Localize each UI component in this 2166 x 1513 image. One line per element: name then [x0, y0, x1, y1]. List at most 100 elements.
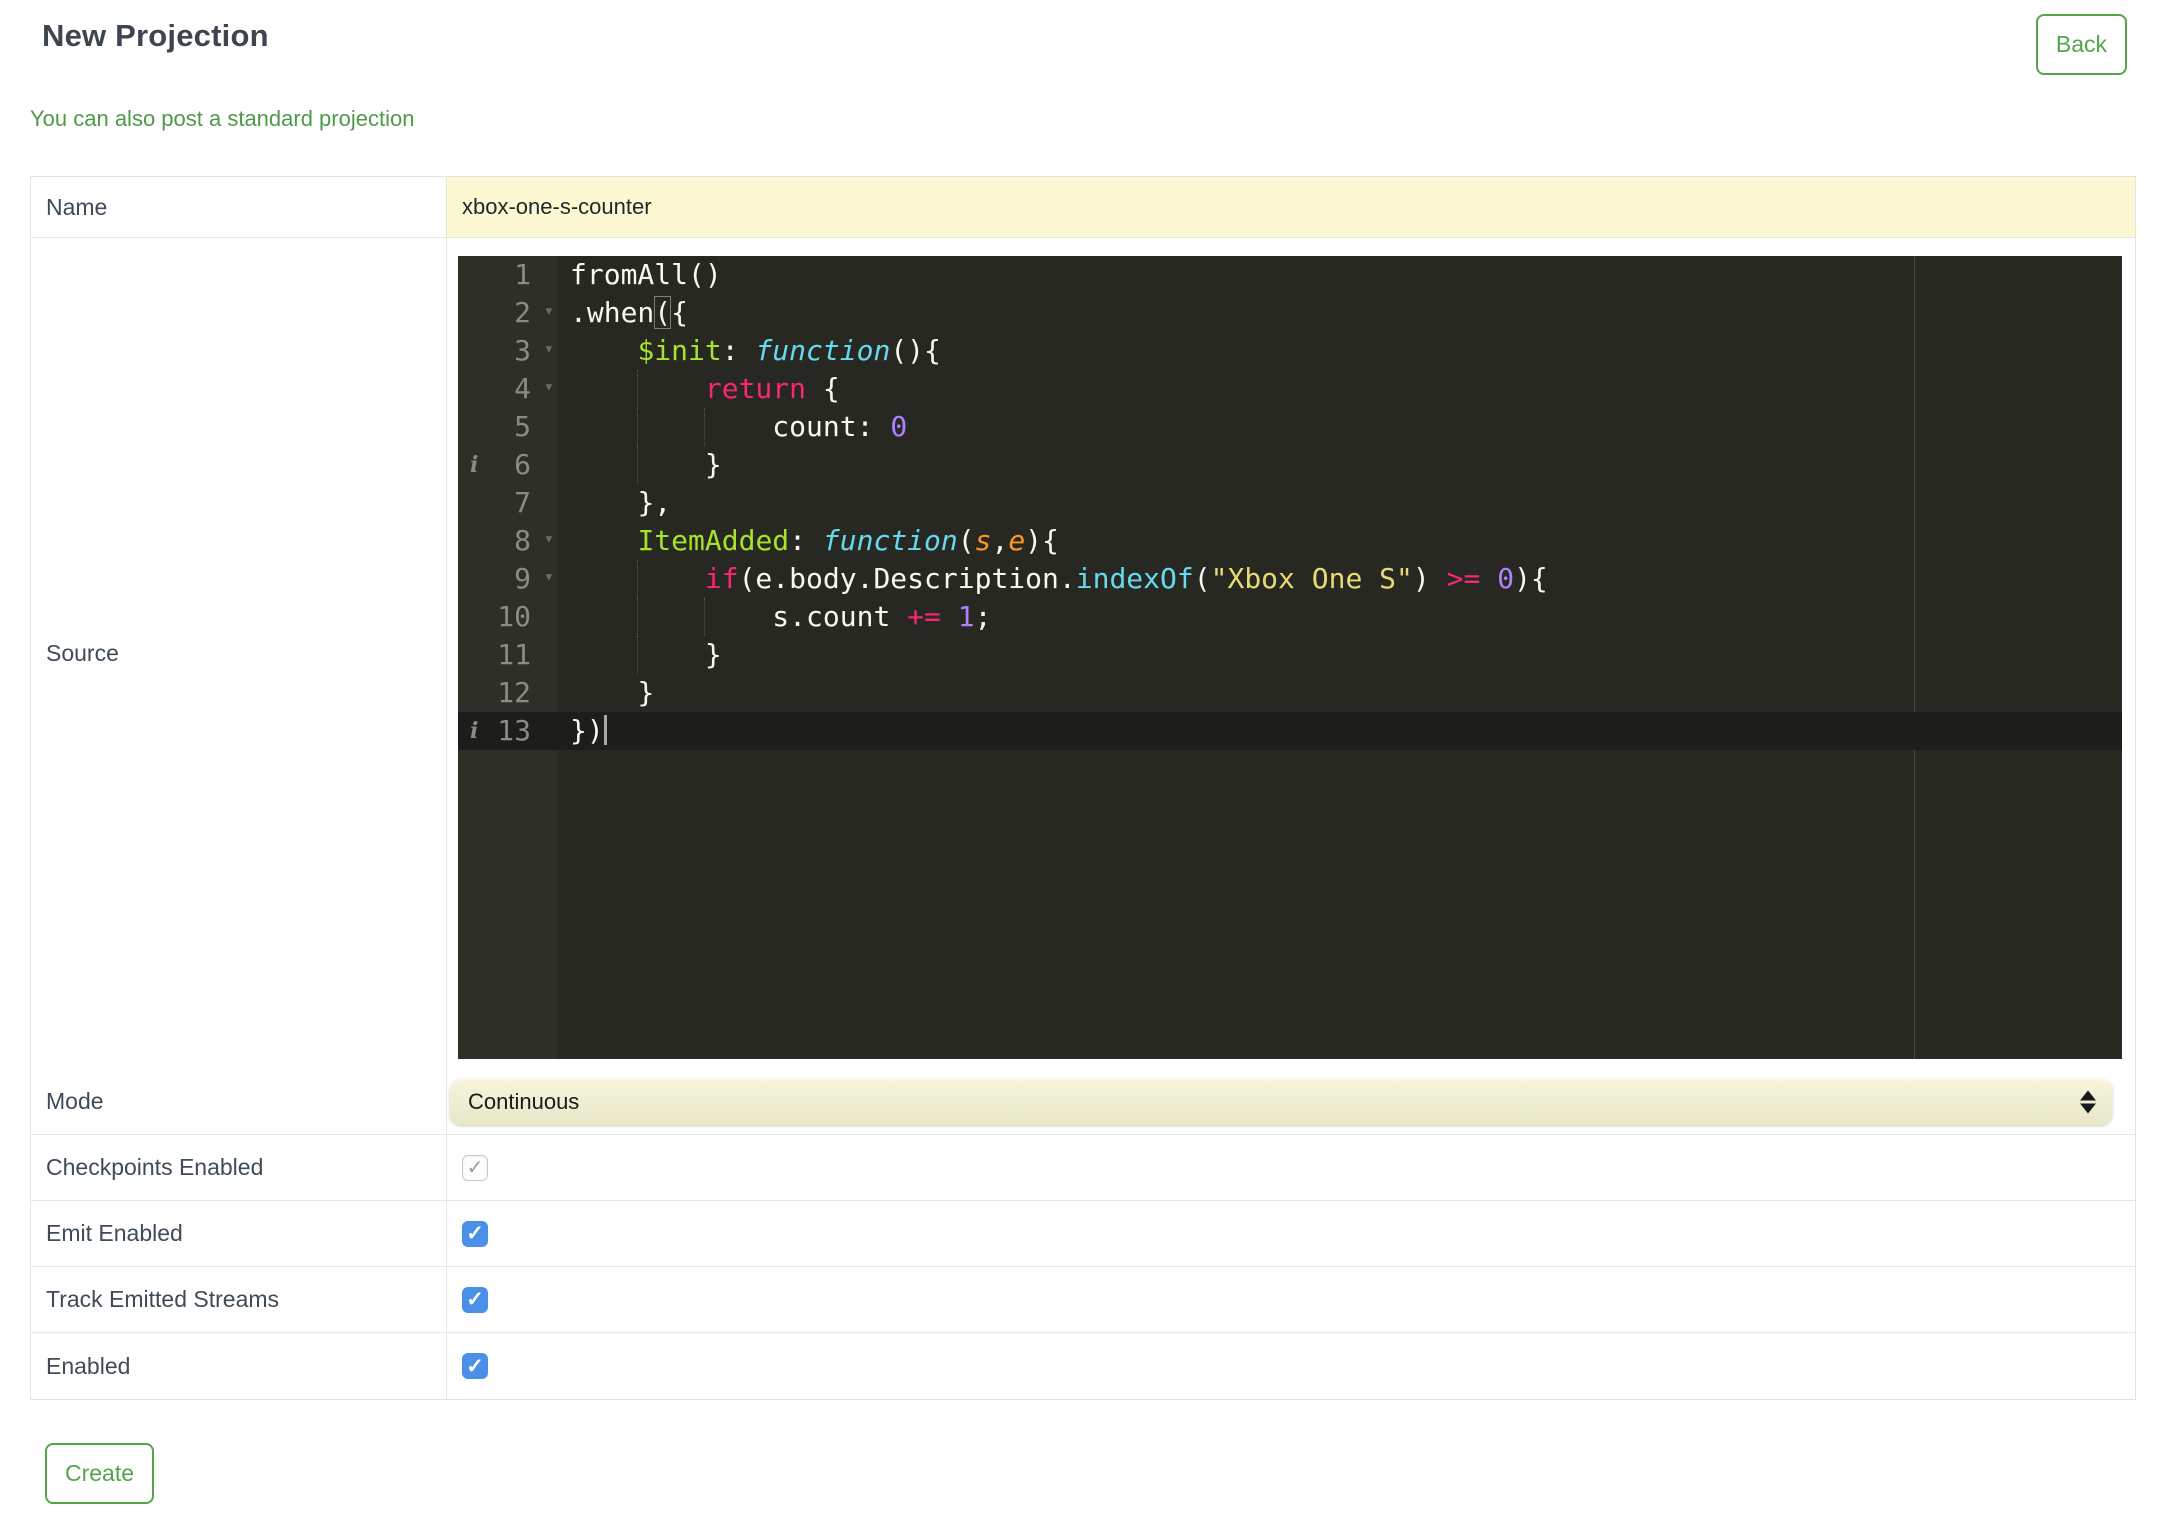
- code-token: (){: [890, 334, 941, 367]
- track-emitted-streams-checkbox[interactable]: [462, 1286, 488, 1313]
- indent-guide: [704, 408, 706, 446]
- back-button[interactable]: Back: [2035, 14, 2127, 75]
- code-line: }): [558, 712, 2122, 750]
- fold-arrow-icon[interactable]: ▾: [544, 520, 554, 558]
- standard-projection-link[interactable]: You can also post a standard projection: [30, 106, 2136, 132]
- fold-arrow-icon[interactable]: ▾: [544, 368, 554, 406]
- code-token: "Xbox One S": [1210, 562, 1413, 595]
- code-token: s.count: [772, 600, 908, 633]
- line-number: 8: [514, 524, 531, 557]
- code-token: {: [671, 296, 689, 329]
- track-emitted-streams-label: Track Emitted Streams: [31, 1267, 447, 1332]
- code-token: :: [789, 524, 807, 557]
- line-number: 12: [497, 676, 531, 709]
- gutter-line: 11: [458, 636, 558, 674]
- code-token: indexOf: [1075, 562, 1194, 595]
- select-stepper-icon: [2080, 1090, 2096, 1113]
- emit-enabled-checkbox[interactable]: [462, 1220, 488, 1247]
- indent-guide: [637, 636, 639, 674]
- line-number: 9: [514, 562, 531, 595]
- code-token: +=: [907, 600, 941, 633]
- arrow-down-icon: [2080, 1103, 2096, 1113]
- name-input[interactable]: [447, 177, 2135, 237]
- code-line: }: [558, 636, 2122, 674]
- page-title: New Projection: [42, 18, 269, 53]
- code-token: }: [704, 448, 722, 481]
- code-token: function: [822, 524, 958, 557]
- mode-selected-value: Continuous: [468, 1088, 580, 1114]
- gutter-line: 9 ▾: [458, 560, 558, 598]
- code-line: },: [558, 484, 2122, 522]
- indent-spaces: [570, 410, 772, 443]
- emit-enabled-label: Emit Enabled: [31, 1201, 447, 1266]
- code-line: return {: [558, 370, 2122, 408]
- checkpoints-enabled-checkbox: [462, 1154, 488, 1181]
- gutter-line: i 13: [458, 712, 558, 750]
- fold-arrow-icon[interactable]: ▾: [544, 292, 554, 330]
- mode-label: Mode: [31, 1069, 447, 1134]
- indent-guide: [637, 408, 639, 446]
- indent-spaces: [570, 524, 637, 557]
- code-line: fromAll(): [558, 256, 2122, 294]
- mode-select[interactable]: Continuous: [450, 1078, 2112, 1125]
- code-token: ,: [991, 524, 1009, 557]
- code-line: }: [558, 446, 2122, 484]
- projection-form: Name Source 12▾3▾4▾5i678▾9▾101112i13 fro…: [30, 176, 2136, 1400]
- text-cursor: [603, 715, 607, 745]
- code-token: (: [1193, 562, 1211, 595]
- gutter-line: 3 ▾: [458, 332, 558, 370]
- fold-arrow-icon[interactable]: ▾: [544, 558, 554, 596]
- gutter-line: 1: [458, 256, 558, 294]
- checkpoints-enabled-label: Checkpoints Enabled: [31, 1135, 447, 1200]
- fold-arrow-icon[interactable]: ▾: [544, 330, 554, 368]
- code-line: s.count += 1;: [558, 598, 2122, 636]
- emit-enabled-cell: [447, 1201, 2135, 1266]
- arrow-up-icon: [2080, 1090, 2096, 1100]
- line-number: 1: [514, 258, 531, 291]
- indent-guide: [637, 560, 639, 598]
- gutter-line: 2 ▾: [458, 294, 558, 332]
- indent-spaces: [570, 600, 772, 633]
- name-row: Name: [31, 177, 2135, 238]
- code-token: .when: [570, 296, 655, 329]
- editor-gutter: 1 2 ▾ 3 ▾ 4 ▾ 5 i 6 7 8 ▾ 9 ▾ 10 11 12 i 13: [458, 256, 558, 1059]
- code-token: return: [704, 372, 807, 405]
- code-token: >=: [1446, 562, 1481, 595]
- line-number: 13: [497, 714, 531, 747]
- code-token: ){: [1514, 562, 1548, 595]
- enabled-cell: [447, 1333, 2135, 1399]
- line-number: 6: [514, 448, 531, 481]
- code-token: e: [1008, 524, 1026, 557]
- create-button[interactable]: Create: [45, 1443, 155, 1504]
- enabled-row: Enabled: [31, 1333, 2135, 1399]
- code-token: },: [637, 486, 672, 519]
- track-emitted-streams-row: Track Emitted Streams: [31, 1267, 2135, 1333]
- indent-guide: [637, 598, 639, 636]
- code-token: }): [570, 714, 604, 747]
- code-token: ){: [1025, 524, 1059, 557]
- editor-code-pane[interactable]: fromAll() .when ( { $init: function(){ retu…: [558, 256, 2122, 1059]
- line-number: 3: [514, 334, 531, 367]
- code-token: (: [957, 524, 975, 557]
- code-token: fromAll(): [570, 258, 722, 291]
- source-row: Source 1 2 ▾ 3 ▾ 4 ▾ 5 i 6 7 8 ▾ 9 ▾ 10 11 12 i 13 fromAll(…: [31, 238, 2135, 1069]
- line-number: 5: [514, 410, 531, 443]
- indent-spaces: [570, 486, 637, 519]
- gutter-line: 7: [458, 484, 558, 522]
- emit-enabled-row: Emit Enabled: [31, 1201, 2135, 1267]
- indent-guide: [704, 598, 706, 636]
- source-editor[interactable]: 1 2 ▾ 3 ▾ 4 ▾ 5 i 6 7 8 ▾ 9 ▾ 10 11 12 i 13 fromAll() .when(…: [458, 256, 2122, 1059]
- code-line: $init: function(){: [558, 332, 2122, 370]
- code-token: 0: [1497, 562, 1515, 595]
- gutter-line: i6: [458, 446, 558, 484]
- enabled-checkbox[interactable]: [462, 1353, 488, 1379]
- name-label: Name: [31, 177, 447, 237]
- code-token: ;: [974, 600, 992, 633]
- gutter-line: 4 ▾: [458, 370, 558, 408]
- line-number: 7: [514, 486, 531, 519]
- code-token: 0: [890, 410, 908, 443]
